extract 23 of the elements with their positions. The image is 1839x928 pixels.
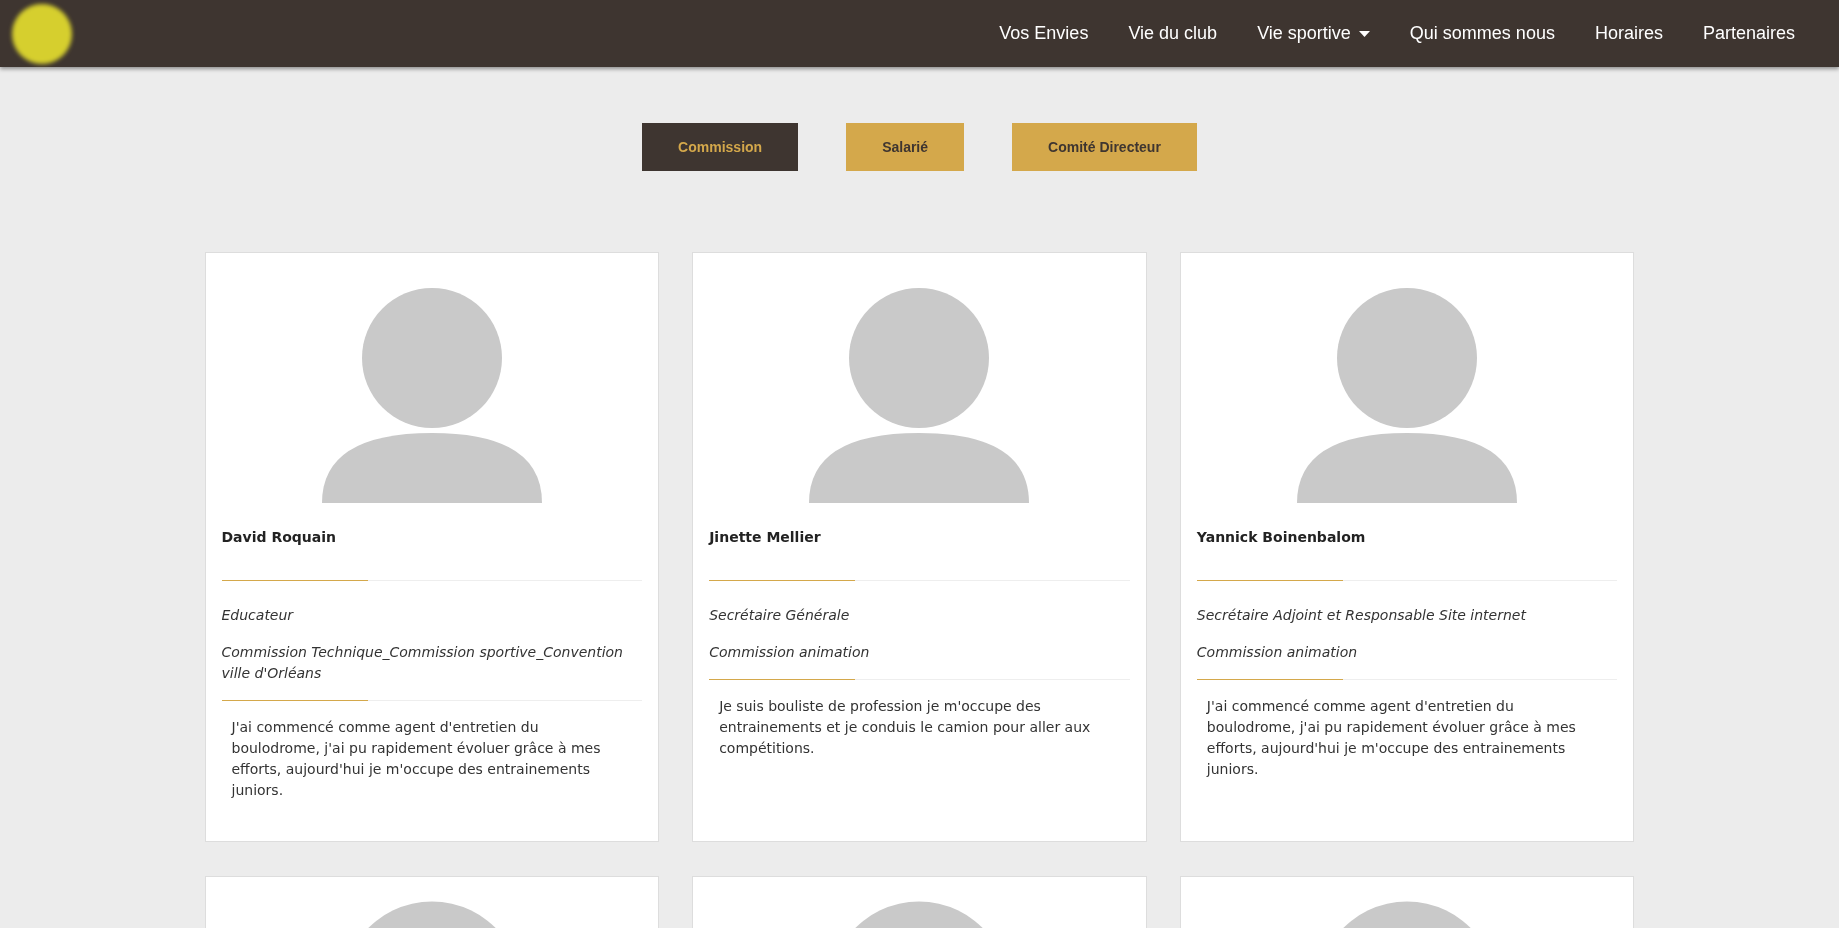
nav-link[interactable]: Vie du club <box>1108 20 1238 47</box>
club-logo[interactable] <box>12 3 72 64</box>
member-commissions: Commission Technique_Commission sportive_Convention ville d'Orléans <box>221 643 624 683</box>
member-name: Yannick Boinenbalom <box>1196 528 1367 547</box>
member-name: David Roquain <box>221 528 337 547</box>
member-role: Educateur <box>221 606 295 625</box>
member-role: Secrétaire Adjoint et Responsable Site internet <box>1196 606 1528 625</box>
member-name: Jinette Mellier <box>709 528 822 547</box>
member-commissions: Commission animation <box>1196 643 1359 662</box>
filter-button[interactable]: Comité Directeur <box>1012 123 1197 171</box>
nav-link[interactable]: Horaires <box>1574 20 1683 47</box>
nav-link[interactable]: Vos Envies <box>979 20 1109 47</box>
member-bio: J'ai commencé comme agent d'entretien du boulodrome, j'ai pu rapidement évoluer grâce à mes efforts, aujourd'hui je m'occupe des entrainements juniors. <box>1205 697 1577 779</box>
member-role: Secrétaire Générale <box>709 606 851 625</box>
caret-icon <box>1358 30 1370 37</box>
nav-link[interactable]: Qui sommes nous <box>1389 20 1575 47</box>
filter-button[interactable]: Salarié <box>846 123 965 171</box>
member-bio: J'ai commencé comme agent d'entretien du boulodrome, j'ai pu rapidement évoluer grâce à mes efforts, aujourd'hui je m'occupe des entrainements juniors. <box>229 718 602 800</box>
nav-link[interactable]: Vie sportive <box>1237 20 1390 47</box>
member-commissions: Commission animation <box>709 643 871 662</box>
filter-button[interactable]: Commission <box>642 123 799 171</box>
nav-link[interactable]: Partenaires <box>1682 20 1815 47</box>
member-bio: Je suis bouliste de profession je m'occupe des entrainements et je conduis le camion pour aller aux compétitions. <box>717 697 1092 758</box>
